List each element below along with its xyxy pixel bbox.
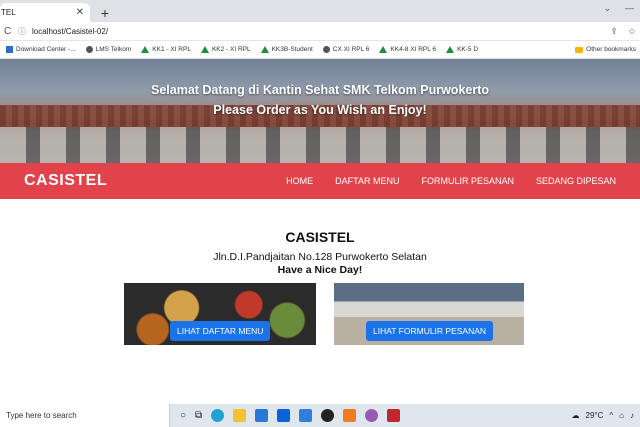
canteen-card: LIHAT FORMULIR PESANAN: [334, 283, 524, 345]
hero-banner: Selamat Datang di Kantin Sehat SMK Telko…: [0, 59, 640, 163]
info-title: CASISTEL: [285, 229, 355, 245]
navbar: CASISTEL HOME DAFTAR MENU FORMULIR PESAN…: [0, 163, 640, 199]
browser-tab[interactable]: TEL ✕: [0, 3, 90, 22]
bookmark-label: LMS Telkom: [95, 46, 132, 53]
file-explorer-icon[interactable]: [233, 409, 247, 422]
bookmark-item[interactable]: CX XI RPL 6: [322, 46, 370, 53]
food-card: LIHAT DAFTAR MENU: [124, 283, 316, 345]
bookmark-item[interactable]: KK1 - XI RPL: [141, 46, 191, 53]
other-bookmarks-label: Other bookmarks: [586, 46, 636, 53]
temperature[interactable]: 29°C: [586, 411, 604, 420]
info-address: Jln.D.I.Pandjaitan No.128 Purwokerto Sel…: [213, 251, 427, 263]
bookmark-item[interactable]: KK3B-Student: [260, 46, 313, 53]
bookmark-label: KK3B-Student: [271, 46, 313, 53]
mcafee-icon[interactable]: [387, 409, 401, 422]
system-tray: ☁ 29°C ^ ⌂ ♪: [572, 411, 640, 420]
bookmark-tri-icon: [260, 46, 269, 53]
bookmark-label: KK2 - XI RPL: [211, 46, 251, 53]
edge-icon[interactable]: [211, 409, 225, 422]
info-section: CASISTEL Jln.D.I.Pandjaitan No.128 Purwo…: [0, 199, 640, 277]
new-tab-button[interactable]: +: [96, 3, 114, 22]
bookmarks-bar: Download Center -... LMS Telkom KK1 - XI R…: [0, 41, 640, 59]
bookmark-tri-icon: [446, 46, 455, 53]
bookmark-tri-icon: [200, 46, 209, 53]
nav-sedang-dipesan[interactable]: SEDANG DIPESAN: [536, 176, 616, 186]
bookmark-item[interactable]: KK4-8 XI RPL 6: [379, 46, 436, 53]
bookmark-sq-icon: [6, 46, 13, 53]
tab-title: TEL: [1, 8, 16, 17]
tab-search-icon[interactable]: ⌄: [603, 3, 611, 14]
site-info-icon[interactable]: ⓘ: [18, 26, 32, 37]
brand-logo[interactable]: CASISTEL: [24, 172, 286, 190]
cortana-icon[interactable]: ○: [180, 410, 186, 421]
page-content: Selamat Datang di Kantin Sehat SMK Telko…: [0, 59, 640, 404]
nav-menu: HOME DAFTAR MENU FORMULIR PESANAN SEDANG…: [286, 176, 616, 186]
bookmark-round-icon: [322, 46, 330, 53]
bookmark-label: Download Center -...: [16, 46, 76, 53]
volume-icon[interactable]: ♪: [630, 411, 634, 420]
minimize-icon[interactable]: —: [625, 3, 634, 14]
dropbox-icon[interactable]: [277, 409, 291, 422]
bookmark-item[interactable]: LMS Telkom: [85, 46, 132, 53]
taskbar-apps: ○ ⧉: [180, 409, 401, 422]
bookmark-item[interactable]: KK-5 D: [446, 46, 478, 53]
toolbar-icons: ⇪ ☆: [610, 26, 636, 37]
tray-expand-icon[interactable]: ^: [609, 411, 613, 420]
hero-order: Please Order as You Wish an Enjoy!: [213, 103, 427, 117]
store-icon[interactable]: [299, 409, 313, 422]
info-tagline: Have a Nice Day!: [277, 264, 363, 276]
bookmark-round-icon: [85, 46, 93, 53]
taskbar: Type here to search ○ ⧉ ☁ 29°C ^ ⌂ ♪: [0, 404, 640, 427]
weather-icon[interactable]: ☁: [572, 411, 580, 420]
bookmark-item[interactable]: KK2 - XI RPL: [200, 46, 251, 53]
record-icon[interactable]: [321, 409, 335, 422]
cards-section: LIHAT DAFTAR MENU LIHAT FORMULIR PESANAN: [124, 283, 524, 345]
bookmark-item[interactable]: Download Center -...: [6, 46, 76, 53]
network-icon[interactable]: ⌂: [619, 411, 624, 420]
view-order-form-button[interactable]: LIHAT FORMULIR PESANAN: [366, 321, 494, 341]
view-menu-button[interactable]: LIHAT DAFTAR MENU: [170, 321, 271, 341]
bookmark-tri-icon: [141, 46, 150, 53]
bookmark-label: KK-5 D: [457, 46, 479, 53]
nav-daftar-menu[interactable]: DAFTAR MENU: [335, 176, 399, 186]
url-input[interactable]: localhost/Casistel-02/: [32, 27, 610, 36]
bookmark-label: CX XI RPL 6: [332, 46, 370, 53]
hero-text: Selamat Datang di Kantin Sehat SMK Telko…: [0, 80, 640, 120]
window-controls: ⌄ —: [603, 3, 634, 14]
nav-home[interactable]: HOME: [286, 176, 313, 186]
nav-formulir-pesanan[interactable]: FORMULIR PESANAN: [421, 176, 514, 186]
taskbar-search-input[interactable]: Type here to search: [0, 404, 170, 427]
bookmark-star-icon[interactable]: ☆: [628, 26, 636, 37]
folder-icon: [575, 46, 584, 53]
address-bar: C ⓘ localhost/Casistel-02/ ⇪ ☆: [0, 22, 640, 41]
bookmark-label: KK4-8 XI RPL 6: [390, 46, 437, 53]
xampp-icon[interactable]: [343, 409, 357, 422]
mail-icon[interactable]: [255, 409, 269, 422]
other-bookmarks[interactable]: Other bookmarks: [575, 46, 636, 53]
app-icon[interactable]: [365, 409, 379, 422]
close-tab-icon[interactable]: ✕: [76, 7, 84, 18]
bookmark-tri-icon: [379, 46, 388, 53]
share-icon[interactable]: ⇪: [610, 26, 618, 37]
task-view-icon[interactable]: ⧉: [195, 410, 202, 421]
hero-welcome: Selamat Datang di Kantin Sehat SMK Telko…: [150, 83, 490, 97]
bookmark-label: KK1 - XI RPL: [152, 46, 191, 53]
reload-icon[interactable]: C: [4, 26, 18, 37]
browser-tabbar: TEL ✕ + ⌄ —: [0, 0, 640, 22]
